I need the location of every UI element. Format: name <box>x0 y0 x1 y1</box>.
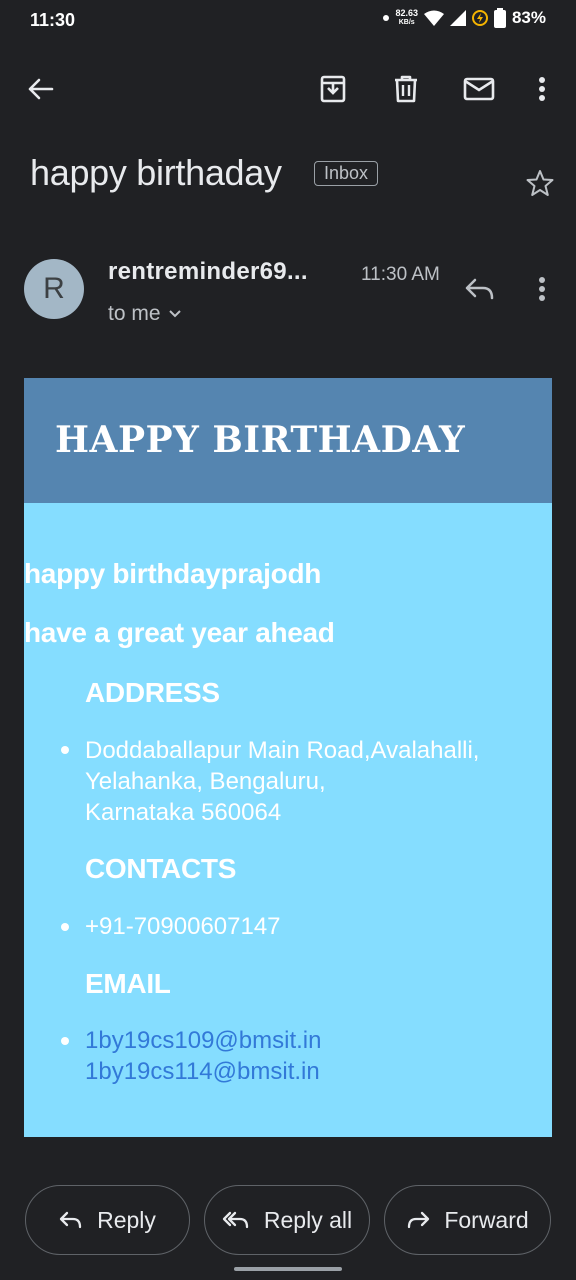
email-heading: EMAIL <box>85 968 171 999</box>
address-heading: ADDRESS <box>85 677 220 708</box>
forward-button[interactable]: Forward <box>384 1185 551 1255</box>
phone-number[interactable]: +91-70900607147 <box>85 911 281 942</box>
reply-label: Reply <box>97 1206 156 1233</box>
network-speed: 82.63 KB/s <box>395 8 418 27</box>
battery-icon <box>493 8 506 28</box>
forward-icon <box>408 1211 430 1229</box>
reply-all-button[interactable]: Reply all <box>204 1185 370 1255</box>
notification-dot-icon <box>383 15 390 21</box>
reply-all-icon <box>222 1211 249 1229</box>
star-icon[interactable] <box>518 161 562 205</box>
recipient-details[interactable]: to me <box>108 302 181 326</box>
delete-icon[interactable] <box>384 67 428 111</box>
forward-label: Forward <box>444 1206 529 1233</box>
chevron-down-icon <box>168 310 181 318</box>
email-subject: happy birthaday <box>30 152 282 193</box>
address-line-3: Karnataka 560064 <box>85 799 282 826</box>
wifi-icon <box>423 10 444 26</box>
reply-button[interactable]: Reply <box>25 1185 190 1255</box>
contacts-heading: CONTACTS <box>85 853 237 884</box>
reply-icon <box>59 1211 82 1229</box>
email-link-1[interactable]: 1by19cs109@bmsit.in <box>85 1025 321 1056</box>
list-bullet <box>61 1037 69 1045</box>
email-time: 11:30 AM <box>361 264 440 285</box>
battery-percent: 83% <box>511 8 546 27</box>
sender-name[interactable]: rentreminder69... <box>108 258 308 286</box>
status-indicators: 82.63 KB/s 83% <box>383 8 546 28</box>
inbox-label[interactable]: Inbox <box>314 161 379 186</box>
more-vert-icon[interactable] <box>520 67 564 111</box>
gesture-nav-bar[interactable] <box>234 1267 342 1271</box>
reply-all-label: Reply all <box>263 1206 353 1233</box>
greeting-line-2: have a great year ahead <box>24 617 335 648</box>
list-bullet <box>61 923 69 931</box>
more-options-icon[interactable] <box>520 267 564 311</box>
archive-icon[interactable] <box>311 67 355 111</box>
mark-unread-icon[interactable] <box>457 67 501 111</box>
greeting-line-1: happy birthdayprajodh <box>24 558 322 589</box>
email-link-2[interactable]: 1by19cs114@bmsit.in <box>85 1056 320 1087</box>
status-time: 11:30 <box>30 10 76 30</box>
power-saver-icon <box>471 10 488 26</box>
signal-icon <box>449 10 466 26</box>
list-bullet <box>61 746 69 754</box>
sender-avatar[interactable]: R <box>24 259 84 319</box>
recipient-label: to me <box>108 302 161 325</box>
address-line-1: Doddaballapur Main Road,Avalahalli, <box>85 737 480 764</box>
reply-icon[interactable] <box>458 267 502 311</box>
back-arrow-icon[interactable] <box>18 67 62 111</box>
address-line-2: Yelahanka, Bengaluru, <box>85 768 326 795</box>
card-title: HAPPY BIRTHADAY <box>55 419 466 461</box>
